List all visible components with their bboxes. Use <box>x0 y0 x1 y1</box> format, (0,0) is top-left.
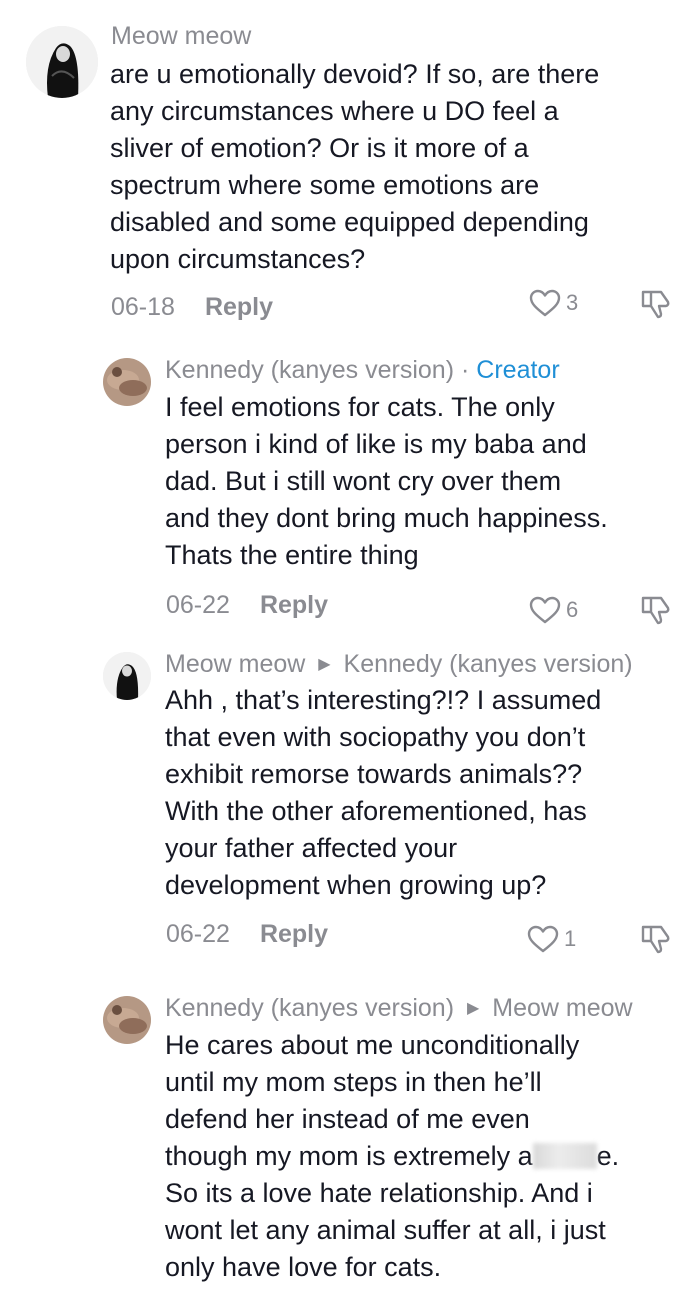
dislike-button[interactable] <box>639 921 673 960</box>
comment-date: 06-22 <box>166 920 230 948</box>
comment-author[interactable]: Kennedy (kanyes version) <box>165 356 454 384</box>
comment-line: I feel emotions for cats. The only <box>165 392 555 422</box>
avatar-meow-meow[interactable] <box>103 652 151 700</box>
meta-separator: · <box>461 356 470 384</box>
thumbs-down-outline-icon <box>641 290 670 319</box>
like-button[interactable]: 1 <box>526 924 576 954</box>
comment-author[interactable]: Meow meow <box>111 21 251 51</box>
like-count: 6 <box>566 597 579 622</box>
comment-meta: Kennedy (kanyes version) ▶ Meow meow <box>165 993 633 1024</box>
like-count: 1 <box>564 926 577 951</box>
comment-text: Ahh , that’s interesting?!? I assumed th… <box>165 682 601 904</box>
comment-meta: Kennedy (kanyes version) · Creator <box>165 355 560 385</box>
comment-line: development when growing up? <box>165 870 547 900</box>
triangle-right-icon: ▶ <box>318 656 331 673</box>
like-count: 3 <box>566 290 579 315</box>
reply-button[interactable]: Reply <box>260 591 328 619</box>
comment-line: only have love for cats. <box>165 1252 442 1282</box>
reply-to-author[interactable]: Kennedy (kanyes version) <box>344 650 633 678</box>
avatar-image <box>103 652 151 700</box>
avatar-image <box>26 26 98 98</box>
comment-line: your father affected your <box>165 833 458 863</box>
comment-text: I feel emotions for cats. The only perso… <box>165 389 608 574</box>
avatar-image <box>103 358 151 406</box>
thumbs-down-outline-icon <box>641 925 670 954</box>
dislike-button[interactable] <box>639 286 673 325</box>
comment-date: 06-18 <box>111 293 175 321</box>
reply-to-author[interactable]: Meow meow <box>492 994 632 1022</box>
comment-author[interactable]: Kennedy (kanyes version) <box>165 994 454 1022</box>
like-button[interactable]: 6 <box>528 595 578 625</box>
comment-line: Ahh , that’s interesting?!? I assumed <box>165 685 602 715</box>
comment-line: defend her instead of me even <box>165 1104 530 1134</box>
avatar-kennedy[interactable] <box>103 358 151 406</box>
comment-date: 06-22 <box>166 591 230 619</box>
comment-line: are u emotionally devoid? If so, are the… <box>110 59 600 89</box>
comment-text: are u emotionally devoid? If so, are the… <box>110 56 599 278</box>
comment-text: He cares about me unconditionally until … <box>165 1027 619 1286</box>
reply-button[interactable]: Reply <box>260 920 328 948</box>
comment-line-text: though my mom is extremely a <box>165 1141 533 1171</box>
comment-line-redacted: though my mom is extremely a e. <box>165 1138 619 1175</box>
comment-footer: 06-22 Reply <box>166 919 328 949</box>
comment-meta: Meow meow ▶ Kennedy (kanyes version) <box>165 649 633 680</box>
avatar-image <box>103 996 151 1044</box>
avatar-meow-meow[interactable] <box>26 26 98 98</box>
heart-outline-icon <box>529 596 561 624</box>
comment-line: spectrum where some emotions are <box>110 170 540 200</box>
triangle-right-icon: ▶ <box>467 1000 480 1017</box>
comment-line: that even with sociopathy you don’t <box>165 722 586 752</box>
comment-line-tail: e. <box>596 1141 620 1171</box>
comment-footer: 06-22 Reply <box>166 590 328 620</box>
comment-line: So its a love hate relationship. And i <box>165 1178 593 1208</box>
avatar-kennedy[interactable] <box>103 996 151 1044</box>
like-button[interactable]: 3 <box>528 288 578 318</box>
comment-line: upon circumstances? <box>110 244 366 274</box>
comment-line: exhibit remorse towards animals?? <box>165 759 583 789</box>
comment-line: Thats the entire thing <box>165 540 419 570</box>
dislike-button[interactable] <box>639 592 673 631</box>
comment-line: He cares about me unconditionally <box>165 1030 580 1060</box>
comment-line: wont let any animal suffer at all, i jus… <box>165 1215 606 1245</box>
heart-outline-icon <box>527 925 559 953</box>
comment-author[interactable]: Meow meow <box>165 650 305 678</box>
comment-footer: 06-18 Reply <box>111 292 273 322</box>
creator-badge: Creator <box>476 356 560 384</box>
comment-line: With the other aforementioned, has <box>165 796 587 826</box>
comment-line: disabled and some equipped depending <box>110 207 589 237</box>
censored-word-blur <box>532 1143 597 1169</box>
heart-outline-icon <box>529 289 561 317</box>
thumbs-down-outline-icon <box>641 596 670 625</box>
comment-line: dad. But i still wont cry over them <box>165 466 562 496</box>
comment-line: until my mom steps in then he’ll <box>165 1067 542 1097</box>
comment-line: any circumstances where u DO feel a <box>110 96 559 126</box>
comment-line: person i kind of like is my baba and <box>165 429 587 459</box>
comment-line: and they dont bring much happiness. <box>165 503 608 533</box>
comment-line: sliver of emotion? Or is it more of a <box>110 133 529 163</box>
reply-button[interactable]: Reply <box>205 293 273 321</box>
